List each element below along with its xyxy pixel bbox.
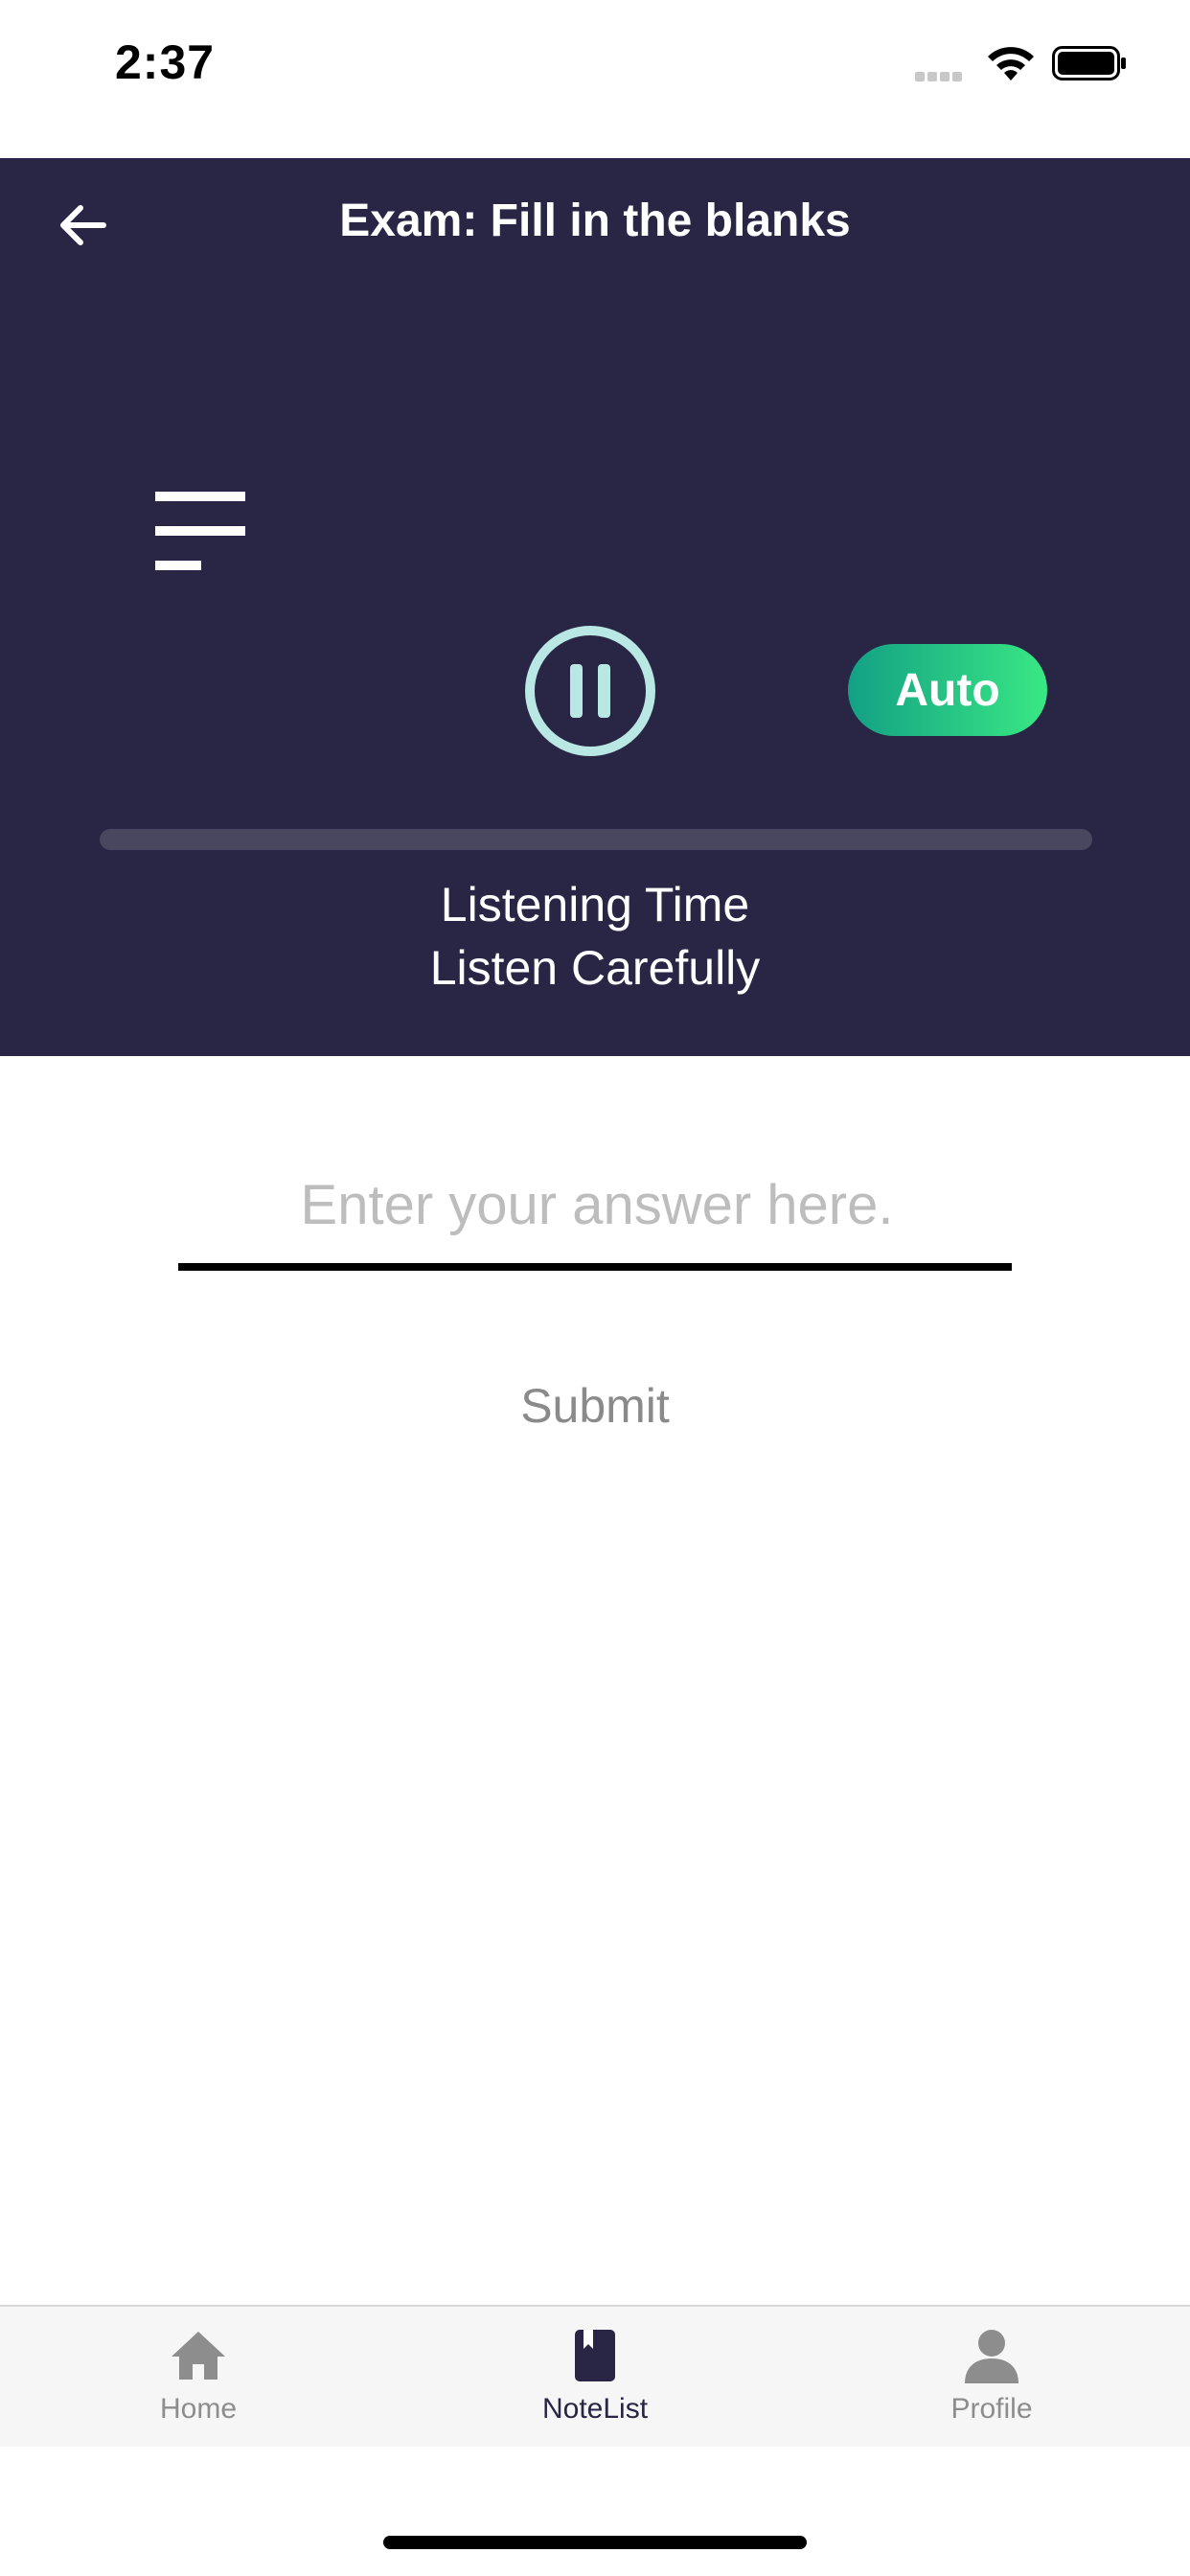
wifi-icon bbox=[988, 47, 1034, 80]
playlist-icon[interactable] bbox=[155, 492, 245, 572]
player-header: Exam: Fill in the blanks Auto Listening … bbox=[0, 158, 1190, 1056]
bottom-tab-bar: Home NoteList Profile bbox=[0, 2305, 1190, 2447]
status-bar: 2:37 bbox=[0, 0, 1190, 158]
person-icon bbox=[965, 2330, 1018, 2383]
status-time: 2:37 bbox=[115, 35, 216, 89]
tab-label: Profile bbox=[950, 2393, 1033, 2425]
battery-icon bbox=[1052, 46, 1126, 80]
tab-label: NoteList bbox=[541, 2393, 649, 2425]
tab-label: Home bbox=[159, 2393, 238, 2425]
home-icon bbox=[172, 2332, 225, 2380]
listening-title: Listening Time bbox=[440, 878, 750, 932]
tab-profile[interactable]: Profile bbox=[848, 2307, 1135, 2447]
auto-button[interactable]: Auto bbox=[848, 644, 1047, 736]
page-title: Exam: Fill in the blanks bbox=[339, 196, 851, 246]
submit-button[interactable]: Submit bbox=[0, 1378, 1190, 1434]
home-indicator bbox=[383, 2536, 807, 2549]
audio-progress-bar[interactable] bbox=[100, 829, 1092, 850]
notebook-icon bbox=[575, 2330, 615, 2381]
signal-icon bbox=[915, 69, 965, 86]
listening-subtitle: Listen Carefully bbox=[429, 941, 761, 995]
answer-underline bbox=[178, 1263, 1012, 1271]
tab-notelist[interactable]: NoteList bbox=[451, 2307, 739, 2447]
answer-input[interactable] bbox=[178, 1160, 1016, 1250]
pause-icon[interactable] bbox=[523, 624, 657, 758]
tab-home[interactable]: Home bbox=[55, 2307, 342, 2447]
